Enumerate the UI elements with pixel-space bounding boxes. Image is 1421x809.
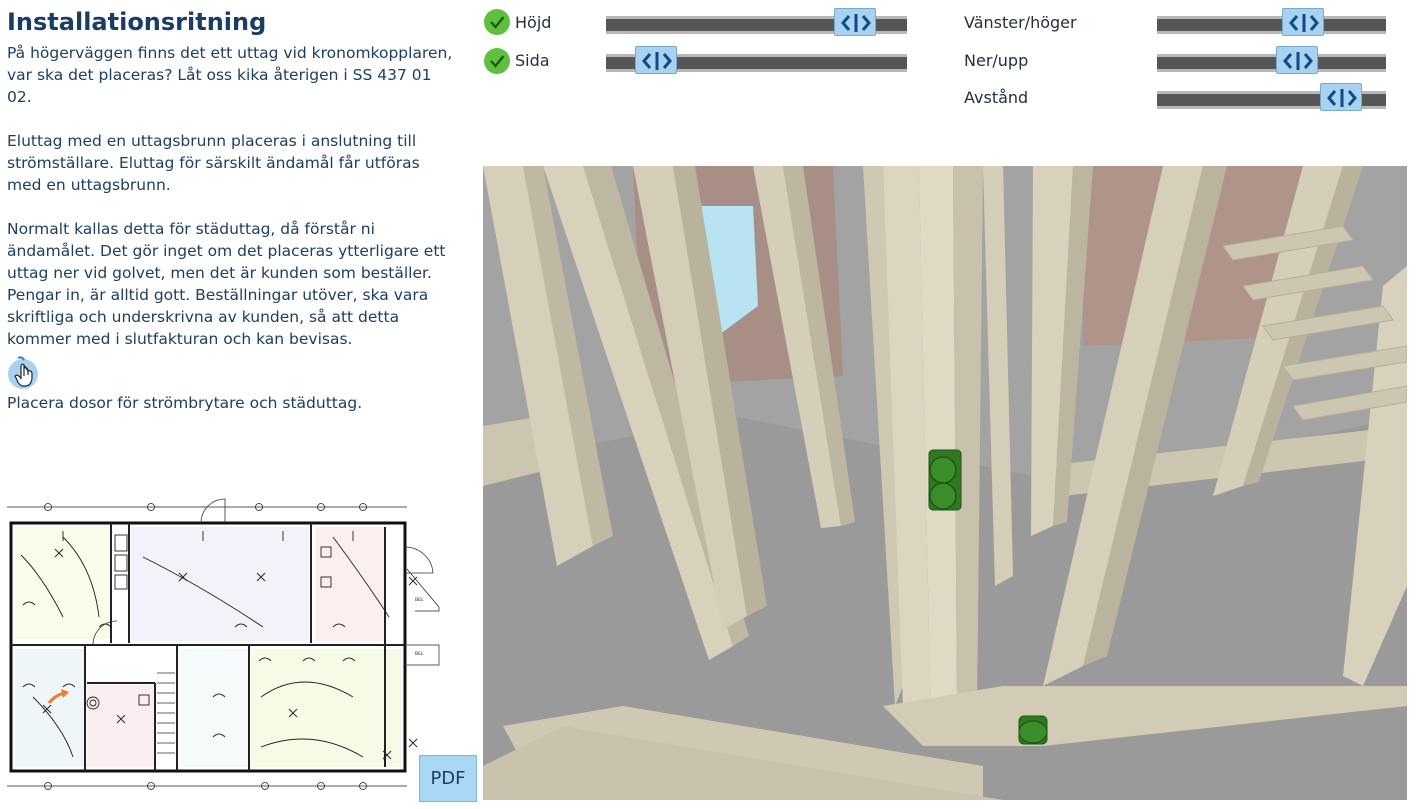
left-right-slider-thumb[interactable]: [1282, 8, 1324, 36]
pointer-hand-icon[interactable]: [5, 356, 43, 390]
task-instruction: Placera dosor för strömbrytare och städu…: [7, 394, 363, 412]
height-slider-thumb[interactable]: [834, 8, 876, 36]
height-label: Höjd: [515, 13, 552, 32]
page-title: Installationsritning: [7, 8, 267, 36]
rule-text: Eluttag med en uttagsbrunn placeras i an…: [7, 132, 420, 194]
checkmark-icon: [484, 9, 510, 35]
outlet-box-double: [928, 449, 962, 511]
left-right-label: Vänster/höger: [964, 13, 1077, 32]
down-up-label: Ner/upp: [964, 51, 1029, 70]
svg-text:BEL: BEL: [415, 597, 424, 603]
pdf-button[interactable]: PDF: [419, 755, 477, 802]
distance-slider-thumb[interactable]: [1320, 83, 1362, 111]
down-up-slider-thumb[interactable]: [1276, 46, 1318, 74]
3d-viewport[interactable]: [483, 166, 1407, 800]
intro-text: På högerväggen finns det ett uttag vid k…: [7, 44, 453, 106]
side-label: Sida: [515, 51, 550, 70]
side-slider-thumb[interactable]: [635, 46, 677, 74]
left-right-slider-track[interactable]: [1157, 16, 1386, 34]
instruction-panel: Installationsritning På högerväggen finn…: [0, 0, 477, 809]
svg-text:BEL: BEL: [415, 651, 424, 657]
explanation-text: Normalt kallas detta för städuttag, då f…: [7, 220, 446, 348]
floor-plan-drawing[interactable]: BEL BEL: [3, 497, 443, 799]
down-up-slider-track[interactable]: [1157, 54, 1386, 72]
checkmark-icon: [484, 48, 510, 74]
distance-label: Avstånd: [964, 88, 1029, 107]
outlet-box-floor: [1018, 715, 1048, 745]
